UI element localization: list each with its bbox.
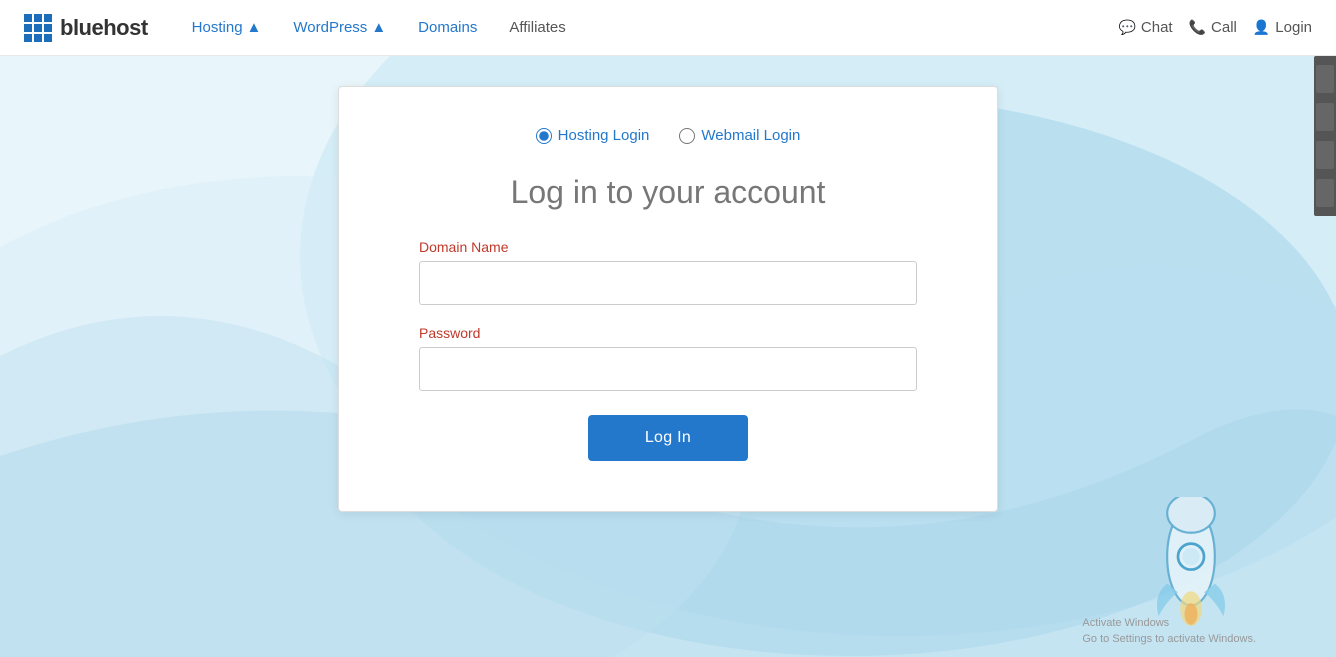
webmail-login-radio-label[interactable]: Webmail Login (679, 127, 800, 144)
side-panel-item-1[interactable] (1316, 65, 1334, 93)
hosting-login-radio-label[interactable]: Hosting Login (536, 127, 650, 144)
password-label: Password (419, 325, 917, 341)
side-panel-item-4[interactable] (1316, 179, 1334, 207)
webmail-login-radio[interactable] (679, 128, 695, 144)
nav-login-link[interactable]: 👤 Login (1253, 19, 1312, 36)
domain-name-label: Domain Name (419, 239, 917, 255)
password-group: Password (419, 325, 917, 391)
login-button[interactable]: Log In (588, 415, 748, 461)
nav-call-link[interactable]: 📞 Call (1189, 19, 1237, 36)
chevron-down-icon: ▲ (371, 19, 386, 36)
rocket-illustration (1126, 497, 1256, 627)
login-title: Log in to your account (419, 174, 917, 211)
logo-area: bluehost (24, 14, 148, 42)
nav-hosting[interactable]: Hosting ▲ (180, 13, 274, 42)
nav-affiliates[interactable]: Affiliates (497, 13, 577, 42)
domain-name-group: Domain Name (419, 239, 917, 305)
phone-icon: 📞 (1189, 19, 1206, 36)
background: Hosting Login Webmail Login Log in to yo… (0, 56, 1336, 657)
nav-chat-link[interactable]: 💬 Chat (1118, 19, 1172, 36)
activate-windows-watermark: Activate Windows Go to Settings to activ… (1082, 616, 1256, 647)
user-icon: 👤 (1253, 19, 1270, 36)
domain-name-input[interactable] (419, 261, 917, 305)
side-panel-item-2[interactable] (1316, 103, 1334, 131)
logo-text: bluehost (60, 15, 148, 41)
chat-icon: 💬 (1118, 19, 1135, 36)
login-type-selector: Hosting Login Webmail Login (419, 127, 917, 144)
hosting-login-radio[interactable] (536, 128, 552, 144)
side-panel (1314, 56, 1336, 216)
login-card: Hosting Login Webmail Login Log in to yo… (338, 86, 998, 512)
navbar: bluehost Hosting ▲ WordPress ▲ Domains A… (0, 0, 1336, 56)
nav-right: 💬 Chat 📞 Call 👤 Login (1118, 19, 1312, 36)
nav-links: Hosting ▲ WordPress ▲ Domains Affiliates (180, 13, 1119, 42)
logo-icon (24, 14, 52, 42)
nav-wordpress[interactable]: WordPress ▲ (281, 13, 398, 42)
password-input[interactable] (419, 347, 917, 391)
nav-domains[interactable]: Domains (406, 13, 489, 42)
chevron-down-icon: ▲ (247, 19, 262, 36)
side-panel-item-3[interactable] (1316, 141, 1334, 169)
